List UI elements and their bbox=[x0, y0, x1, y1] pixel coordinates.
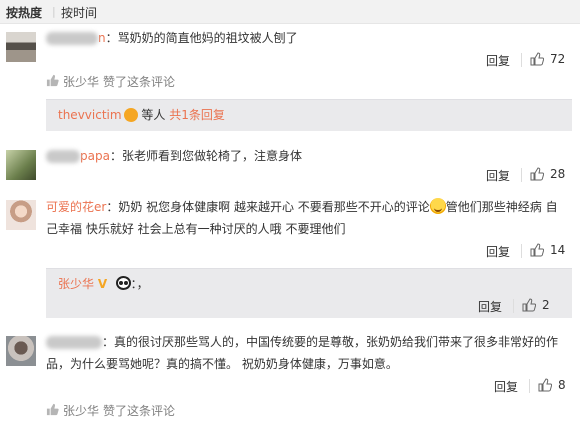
like-count: 28 bbox=[550, 167, 566, 181]
comment-colon: ： bbox=[106, 200, 119, 214]
comment-text-line1b: 管他们那些神经病 自 bbox=[445, 200, 558, 214]
avatar[interactable] bbox=[6, 336, 36, 366]
reply-button[interactable]: 回复 bbox=[486, 243, 510, 260]
avatar[interactable] bbox=[6, 32, 36, 62]
like-button[interactable]: 28 bbox=[530, 167, 565, 181]
subreply-count-link[interactable]: 共1条回复 bbox=[169, 108, 225, 122]
like-button[interactable]: 72 bbox=[530, 52, 565, 66]
divider bbox=[521, 168, 522, 182]
thumbs-up-icon bbox=[538, 378, 552, 392]
comment-2-actions: 回复 28 bbox=[486, 167, 576, 185]
reply-button[interactable]: 回复 bbox=[486, 167, 510, 184]
subreply-user[interactable]: thevvictim bbox=[58, 108, 122, 122]
subreply-user[interactable]: 张少华 bbox=[58, 277, 94, 291]
like-icon bbox=[46, 74, 59, 90]
liked-by-suffix: 赞了这条评论 bbox=[103, 404, 176, 418]
comment-1-header: n：骂奶奶的简直他妈的祖坟被人刨了 bbox=[46, 28, 298, 48]
like-count: 72 bbox=[550, 52, 566, 66]
liked-by-row: 张少华 赞了这条评论 bbox=[46, 73, 175, 90]
panda-emoji-icon bbox=[115, 276, 131, 290]
comment-colon: ： bbox=[109, 149, 122, 163]
subreply-actions: 回复 2 bbox=[478, 298, 568, 316]
verified-badge-icon: V bbox=[97, 277, 108, 291]
like-count: 14 bbox=[550, 243, 566, 257]
username[interactable]: n bbox=[98, 31, 106, 45]
like-button[interactable]: 2 bbox=[522, 298, 550, 312]
like-icon bbox=[46, 403, 59, 419]
like-count: 8 bbox=[558, 378, 566, 392]
comment-4-actions: 回复 8 bbox=[494, 378, 578, 396]
comment-1-subreply-box: thevvictim 等人 共1条回复 bbox=[46, 99, 572, 131]
avatar[interactable] bbox=[6, 150, 36, 180]
comment-3-body: 可爱的花er：奶奶 祝您身体健康啊 越来越开心 不要看那些不开心的评论 管他们那些… bbox=[46, 196, 574, 240]
reply-button[interactable]: 回复 bbox=[494, 378, 518, 395]
subreply-others: 等人 bbox=[141, 108, 166, 122]
username[interactable]: papa bbox=[80, 149, 110, 163]
divider bbox=[521, 244, 522, 258]
comment-text-line1: 真的很讨厌那些骂人的，中国传统要的是尊敬，张奶奶给我们带来了很多非常好的作 bbox=[114, 335, 559, 349]
comment-1-actions: 回复 72 bbox=[486, 52, 576, 70]
username-blurred[interactable] bbox=[46, 336, 102, 349]
sort-by-time-tab[interactable]: 按时间 bbox=[61, 4, 97, 21]
liked-by-row: 张少华 赞了这条评论 bbox=[46, 402, 175, 419]
comment-text-line1a: 奶奶 祝您身体健康啊 越来越开心 不要看那些不开心的评论 bbox=[118, 200, 430, 214]
comment-colon: ： bbox=[105, 31, 118, 45]
comment-text: 骂奶奶的简直他妈的祖坟被人刨了 bbox=[117, 31, 298, 45]
thumbs-up-icon bbox=[522, 298, 536, 312]
comment-2-header: papa：张老师看到您做轮椅了，注意身体 bbox=[46, 146, 302, 166]
like-count: 2 bbox=[542, 298, 550, 312]
username[interactable]: 可爱的花er bbox=[46, 200, 106, 214]
like-button[interactable]: 14 bbox=[530, 243, 565, 257]
liked-by-user[interactable]: 张少华 bbox=[63, 402, 99, 419]
divider bbox=[529, 379, 530, 393]
subreply-emoji-icon bbox=[123, 108, 138, 122]
comment-colon: ： bbox=[102, 335, 115, 349]
sort-by-hot-tab[interactable]: 按热度 bbox=[6, 4, 42, 21]
liked-by-suffix: 赞了这条评论 bbox=[103, 75, 176, 89]
reply-button[interactable]: 回复 bbox=[486, 52, 510, 69]
comment-text: 张老师看到您做轮椅了，注意身体 bbox=[121, 149, 302, 163]
comment-text-line2: 品，为什么要骂她呢？真的搞不懂。 祝奶奶身体健康，万事如意。 bbox=[46, 357, 398, 371]
comment-3-actions: 回复 14 bbox=[486, 243, 576, 261]
smile-emoji-icon bbox=[429, 198, 446, 214]
comment-4-body: ：真的很讨厌那些骂人的，中国传统要的是尊敬，张奶奶给我们带来了很多非常好的作 品… bbox=[46, 331, 574, 375]
thumbs-up-icon bbox=[530, 243, 544, 257]
comment-3-subreply-box: 张少华 V ：， 回复 2 bbox=[46, 268, 572, 318]
divider bbox=[513, 299, 514, 313]
sort-separator: | bbox=[52, 5, 56, 18]
sort-bar: 按热度 | 按时间 bbox=[0, 0, 580, 24]
username-blurred[interactable] bbox=[46, 32, 98, 45]
comment-text-line2: 己幸福 快乐就好 社会上总有一种讨厌的人哦 不要理他们 bbox=[46, 222, 346, 236]
like-button[interactable]: 8 bbox=[538, 378, 566, 392]
subreply-text: ：， bbox=[130, 277, 149, 291]
reply-button[interactable]: 回复 bbox=[478, 298, 502, 315]
liked-by-user[interactable]: 张少华 bbox=[63, 73, 99, 90]
thumbs-up-icon bbox=[530, 167, 544, 181]
divider bbox=[521, 53, 522, 67]
username-blurred[interactable] bbox=[46, 150, 80, 163]
thumbs-up-icon bbox=[530, 52, 544, 66]
avatar[interactable] bbox=[6, 200, 36, 230]
